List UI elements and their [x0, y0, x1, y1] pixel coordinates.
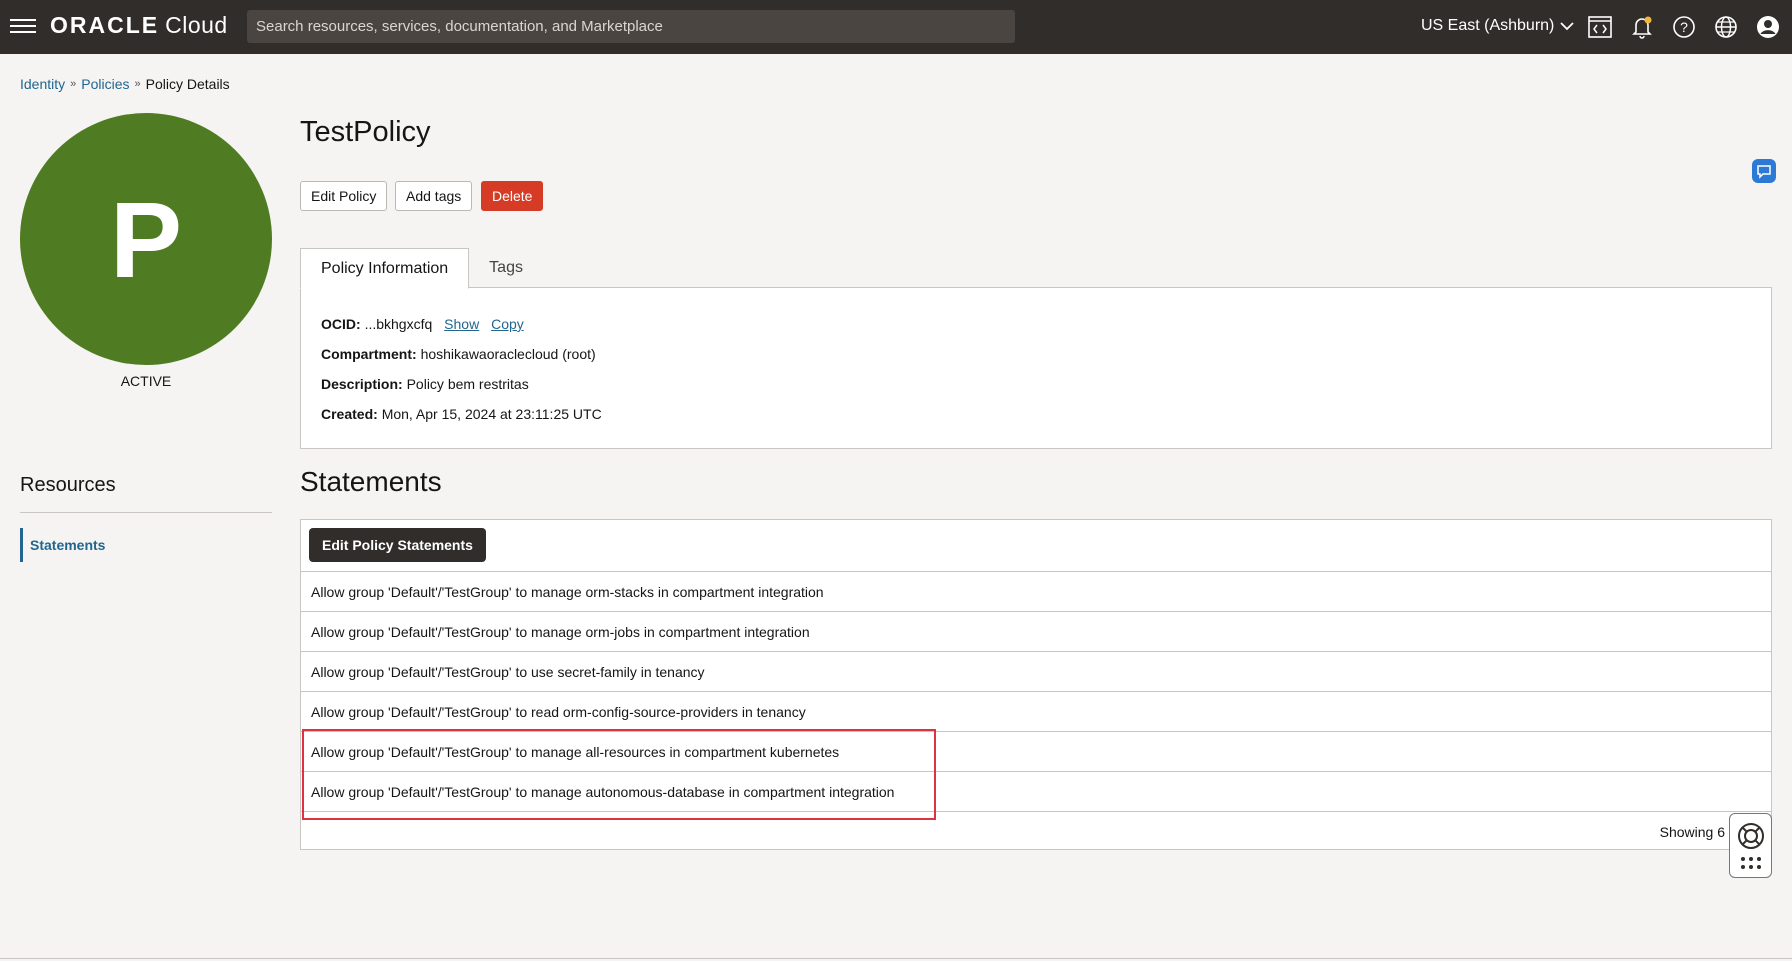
chat-icon[interactable] — [1752, 159, 1776, 183]
help-widget[interactable] — [1729, 813, 1772, 878]
edit-policy-button[interactable]: Edit Policy — [300, 181, 388, 211]
user-icon[interactable] — [1755, 14, 1781, 40]
edit-policy-statements-button[interactable]: Edit Policy Statements — [309, 528, 486, 562]
globe-icon[interactable] — [1713, 14, 1739, 40]
breadcrumb-policies[interactable]: Policies — [81, 76, 129, 92]
top-navigation-bar: ORACLECloud US East (Ashburn) ? — [0, 0, 1792, 54]
resource-avatar: P — [20, 113, 272, 365]
logo-product: Cloud — [165, 12, 228, 38]
bell-icon[interactable] — [1629, 14, 1655, 40]
row-count: Showing 6 — [1659, 824, 1725, 840]
lifebuoy-icon — [1737, 822, 1764, 849]
delete-button[interactable]: Delete — [481, 181, 544, 211]
region-selector[interactable]: US East (Ashburn) — [1421, 17, 1575, 35]
statements-heading: Statements — [300, 466, 442, 497]
chevron-down-icon — [1560, 22, 1575, 31]
page-title: TestPolicy — [300, 116, 431, 148]
breadcrumb-current: Policy Details — [145, 76, 230, 92]
code-editor-icon[interactable] — [1587, 14, 1613, 40]
logo-brand: ORACLE — [50, 12, 160, 38]
ocid-value: ...bkhgxcfq — [364, 316, 433, 332]
breadcrumb-identity[interactable]: Identity — [20, 76, 65, 92]
help-icon[interactable]: ? — [1671, 14, 1697, 40]
oracle-cloud-logo[interactable]: ORACLE Cloud — [50, 12, 228, 39]
statement-row: Allow group 'Default'/'TestGroup' to rea… — [301, 692, 1771, 732]
tab-policy-information[interactable]: Policy Information — [300, 248, 470, 289]
description-value: Policy bem restritas — [406, 376, 529, 392]
ocid-row: OCID: ...bkhgxcfq Show Copy — [321, 316, 524, 332]
divider — [0, 958, 1792, 959]
statements-table: Edit Policy Statements Allow group 'Defa… — [300, 519, 1772, 850]
region-label: US East (Ashburn) — [1421, 17, 1555, 34]
statement-row: Allow group 'Default'/'TestGroup' to man… — [301, 772, 1771, 812]
apps-grid-icon — [1740, 857, 1761, 870]
statement-row: Allow group 'Default'/'TestGroup' to man… — [301, 732, 1771, 772]
breadcrumb-separator: » — [134, 78, 141, 90]
statement-row: Allow group 'Default'/'TestGroup' to man… — [301, 612, 1771, 652]
show-ocid-link[interactable]: Show — [444, 316, 479, 332]
add-tags-button[interactable]: Add tags — [395, 181, 473, 211]
tab-bar: Policy Information Tags — [300, 248, 543, 289]
resources-heading: Resources — [20, 474, 116, 496]
compartment-row: Compartment: hoshikawaoraclecloud (root) — [321, 346, 596, 362]
breadcrumb-separator: » — [70, 78, 77, 90]
description-row: Description: Policy bem restritas — [321, 376, 529, 392]
compartment-label: Compartment: — [321, 346, 417, 362]
search-input[interactable] — [247, 10, 1015, 43]
statement-row: Allow group 'Default'/'TestGroup' to man… — [301, 572, 1771, 612]
statement-row: Allow group 'Default'/'TestGroup' to use… — [301, 652, 1771, 692]
created-row: Created: Mon, Apr 15, 2024 at 23:11:25 U… — [321, 406, 602, 422]
tab-tags[interactable]: Tags — [469, 248, 543, 288]
created-value: Mon, Apr 15, 2024 at 23:11:25 UTC — [381, 406, 602, 422]
compartment-value: hoshikawaoraclecloud (root) — [420, 346, 596, 362]
divider — [20, 512, 272, 513]
copy-ocid-link[interactable]: Copy — [491, 316, 524, 332]
svg-text:?: ? — [1680, 19, 1688, 35]
policy-information-panel: OCID: ...bkhgxcfq Show Copy Compartment:… — [300, 287, 1772, 449]
menu-icon[interactable] — [10, 15, 36, 37]
ocid-label: OCID: — [321, 316, 361, 332]
sidebar-item-statements[interactable]: Statements — [20, 528, 260, 562]
created-label: Created: — [321, 406, 378, 422]
description-label: Description: — [321, 376, 403, 392]
breadcrumb: Identity » Policies » Policy Details — [20, 76, 230, 92]
statements-footer: Showing 6 — [301, 812, 1771, 852]
status-label: ACTIVE — [120, 373, 172, 389]
statements-toolbar: Edit Policy Statements — [301, 520, 1771, 572]
